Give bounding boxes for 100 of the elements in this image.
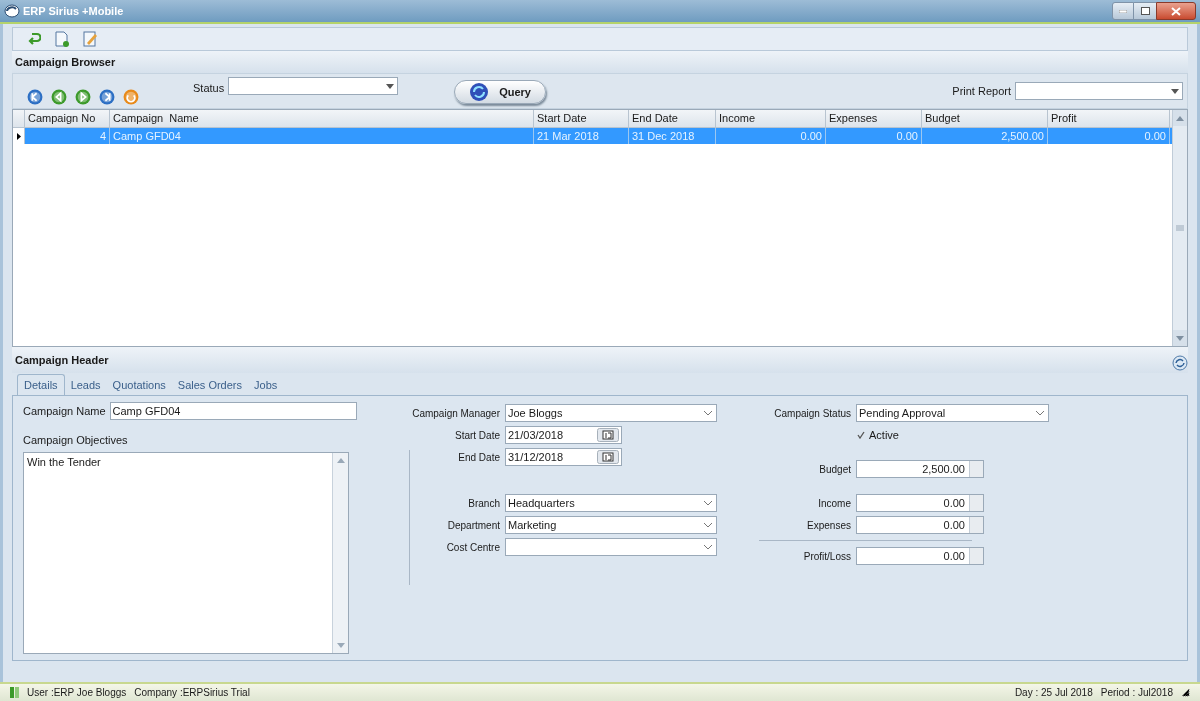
calendar-icon[interactable] — [597, 428, 619, 442]
scroll-down-icon[interactable] — [1176, 335, 1184, 341]
refresh-icon[interactable] — [1172, 355, 1188, 371]
period-text: Period : Jul2018 — [1100, 686, 1173, 700]
dropdown-value: Headquarters — [508, 495, 575, 511]
field-label: Start Date — [453, 428, 500, 443]
dropdown-arrow-icon — [1171, 88, 1179, 94]
dropdown[interactable]: Pending Approval — [856, 404, 1049, 422]
date-field[interactable]: 21/03/2018 — [505, 426, 622, 444]
table-cell: 2,500.00 — [922, 128, 1048, 144]
new-document-icon[interactable] — [55, 31, 69, 47]
column-header[interactable]: Start Date — [534, 110, 629, 127]
table-cell: 0.00 — [826, 128, 922, 144]
print-report-label: Print Report — [952, 83, 1011, 99]
column-header[interactable]: Budget — [922, 110, 1048, 127]
text-value: Win the Tender — [26, 454, 102, 470]
column-header[interactable]: Expenses — [826, 110, 922, 127]
dropdown-value: Marketing — [508, 517, 557, 533]
field-label: Campaign Manager — [411, 406, 500, 421]
scroll-up-icon[interactable] — [336, 457, 345, 463]
amount-value: 0.00 — [943, 548, 966, 564]
refresh-icon — [469, 82, 490, 102]
column-header[interactable]: Profit — [1048, 110, 1170, 127]
section-title: Campaign Browser — [12, 51, 1188, 73]
query-button[interactable]: Query — [454, 80, 547, 104]
table-cell: 31 Dec 2018 — [629, 128, 716, 144]
tab[interactable]: Sales Orders — [171, 375, 248, 395]
maximize-icon — [1140, 7, 1150, 15]
app-logo-icon — [4, 4, 20, 18]
scrollbar[interactable] — [1172, 110, 1187, 346]
scroll-up-icon[interactable] — [1176, 115, 1184, 121]
close-icon — [1171, 6, 1181, 16]
field-label: Income — [817, 496, 851, 511]
close-button[interactable] — [1156, 2, 1196, 20]
edit-document-icon[interactable] — [83, 31, 98, 47]
column-header[interactable]: Income — [716, 110, 826, 127]
dropdown[interactable]: Joe Bloggs — [505, 404, 717, 422]
status-label: Status — [193, 81, 225, 96]
date-value: 31/12/2018 — [508, 449, 564, 465]
field-label: Branch — [467, 496, 500, 511]
table-cell: 0.00 — [716, 128, 826, 144]
resize-grip-icon[interactable] — [1181, 688, 1190, 697]
print-report-dropdown[interactable] — [1015, 82, 1183, 100]
return-arrow-icon[interactable] — [27, 32, 41, 46]
minimize-icon — [1119, 9, 1127, 13]
dropdown-value: Pending Approval — [859, 405, 946, 421]
column-header[interactable]: End Date — [629, 110, 716, 127]
dropdown[interactable]: Marketing — [505, 516, 717, 534]
field-label: Profit/Loss — [802, 549, 851, 564]
calendar-icon[interactable] — [597, 450, 619, 464]
user-text: User :ERP Joe Bloggs — [27, 686, 127, 700]
tab[interactable]: Details — [17, 374, 65, 396]
table-cell: 4 — [25, 128, 110, 144]
window-title: ERP Sirius +Mobile — [23, 3, 124, 19]
section-title: Campaign Header — [15, 352, 109, 368]
day-text: Day : 25 Jul 2018 — [1014, 686, 1093, 700]
tab[interactable]: Leads — [64, 375, 107, 395]
previous-record-icon[interactable] — [51, 89, 67, 105]
row-pointer-icon — [16, 132, 21, 140]
dropdown[interactable]: Headquarters — [505, 494, 717, 512]
scroll-down-icon[interactable] — [336, 643, 345, 648]
column-header[interactable]: Campaign Name — [110, 110, 534, 127]
dropdown-arrow-icon — [386, 83, 395, 89]
checkbox-label: Active — [869, 427, 899, 443]
next-record-icon[interactable] — [75, 89, 91, 105]
table-cell: Camp GFD04 — [110, 128, 534, 144]
field-label: Campaign Status — [773, 406, 851, 421]
amount-value: 2,500.00 — [922, 461, 966, 477]
field-label: Cost Centre — [445, 540, 500, 555]
field-label: End Date — [457, 450, 500, 465]
text-field[interactable]: Camp GFD04 — [109, 402, 357, 420]
status-dropdown[interactable] — [228, 77, 399, 95]
amount-value: 0.00 — [943, 495, 966, 511]
dropdown[interactable] — [505, 538, 717, 556]
field-label: Campaign Objectives — [23, 433, 128, 448]
field-label: Expenses — [806, 518, 851, 533]
field-label: Department — [446, 518, 500, 533]
text-area[interactable]: Win the Tender — [23, 451, 349, 654]
field-label: Campaign Name — [23, 403, 106, 419]
status-icon — [10, 687, 19, 698]
amount-field[interactable]: 0.00 — [856, 547, 984, 565]
last-record-icon[interactable] — [99, 89, 115, 105]
tab[interactable]: Quotations — [106, 375, 172, 395]
date-field[interactable]: 31/12/2018 — [505, 448, 622, 466]
scroll-grip-icon[interactable] — [1176, 225, 1184, 231]
field-label: Budget — [818, 462, 851, 477]
amount-field[interactable]: 0.00 — [856, 494, 984, 512]
reload-icon[interactable] — [123, 89, 139, 105]
amount-field[interactable]: 0.00 — [856, 516, 984, 534]
column-header[interactable]: Campaign No — [25, 110, 110, 127]
maximize-button[interactable] — [1134, 2, 1156, 20]
table-cell: 0.00 — [1048, 128, 1170, 144]
amount-field[interactable]: 2,500.00 — [856, 460, 984, 478]
first-record-icon[interactable] — [27, 89, 43, 105]
table-cell: 21 Mar 2018 — [534, 128, 629, 144]
company-text: Company :ERPSirius Trial — [134, 686, 250, 700]
tab[interactable]: Jobs — [248, 375, 284, 395]
checkbox[interactable] — [856, 430, 866, 440]
date-value: 21/03/2018 — [508, 427, 564, 443]
dropdown-value: Joe Bloggs — [508, 405, 563, 421]
